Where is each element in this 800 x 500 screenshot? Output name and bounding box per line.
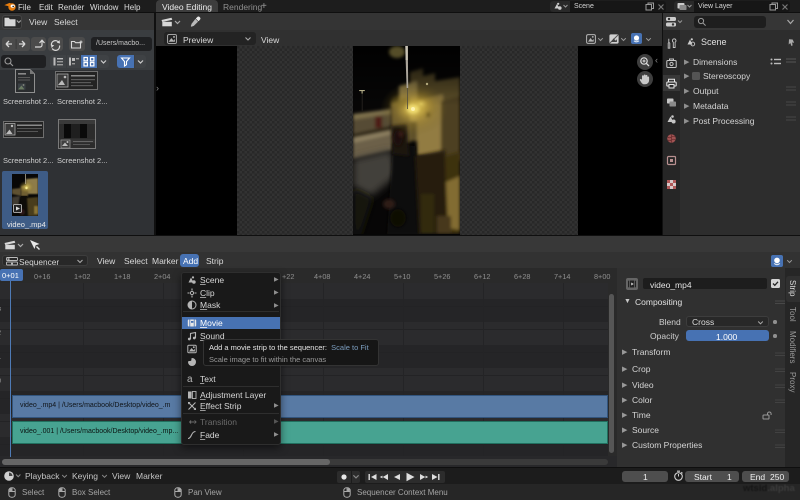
svg-text:a: a: [187, 374, 193, 384]
